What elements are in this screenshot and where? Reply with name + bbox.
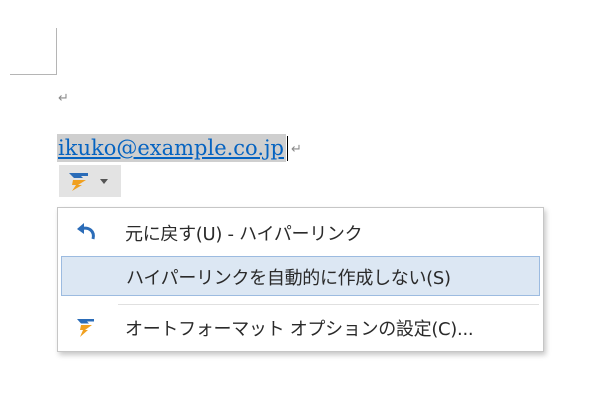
hyperlink-line: ikuko@example.co.jp ↵ (57, 134, 302, 162)
undo-icon (77, 223, 95, 240)
email-hyperlink[interactable]: ikuko@example.co.jp (57, 134, 286, 162)
menu-item-stop-auto-hyperlink[interactable]: ハイパーリンクを自動的に作成しない(S) (61, 256, 540, 296)
lightning-bolt-icon (69, 173, 88, 191)
menu-separator (118, 304, 539, 305)
autoformat-lightning-icon (77, 319, 94, 337)
page-margin-corner (10, 28, 57, 75)
chevron-down-icon (100, 178, 108, 184)
text-cursor (286, 135, 288, 161)
autocorrect-options-button[interactable] (59, 165, 121, 197)
autocorrect-options-menu: 元に戻す(U) - ハイパーリンク ハイパーリンクを自動的に作成しない(S) オ… (57, 207, 544, 352)
menu-item-label: オートフォーマット オプションの設定(C)... (125, 319, 474, 340)
paragraph-mark: ↵ (58, 91, 69, 106)
line-end-mark: ↵ (290, 141, 302, 157)
menu-item-undo-hyperlink[interactable]: 元に戻す(U) - ハイパーリンク (61, 212, 540, 252)
menu-item-autoformat-options[interactable]: オートフォーマット オプションの設定(C)... (61, 307, 540, 347)
menu-item-label: ハイパーリンクを自動的に作成しない(S) (126, 268, 451, 289)
menu-item-label: 元に戻す(U) - ハイパーリンク (125, 224, 363, 245)
